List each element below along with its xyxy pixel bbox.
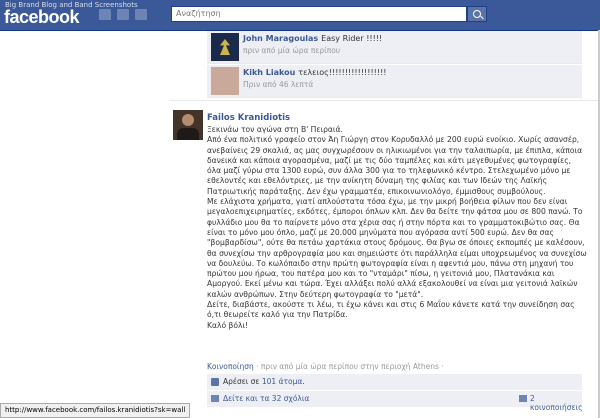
- share-link[interactable]: Κοινοποίηση: [207, 362, 254, 371]
- search-button[interactable]: [467, 6, 487, 22]
- comment-author[interactable]: John Maragoulas Easy Rider !!!!!: [243, 34, 382, 43]
- comment-time[interactable]: Πριν από 46 λεπτά: [243, 80, 313, 89]
- top-bar: Big Brand Blog and Band Screenshots face…: [0, 0, 600, 31]
- facebook-logo[interactable]: facebook: [4, 7, 80, 28]
- like-thumb-icon: [211, 378, 219, 386]
- post-paragraph: Ξεκινάω τον αγώνα στη Β' Πειραιά.: [207, 125, 343, 134]
- comment-item: Kikh Liakou τελειος!!!!!!!!!!!!!!!!!! Πρι…: [207, 65, 582, 98]
- likes-prefix: Αρέσει σε: [223, 377, 262, 386]
- comment-text: Easy Rider !!!!!: [321, 34, 383, 43]
- comment-item: John Maragoulas Easy Rider !!!!! πριν από…: [207, 31, 582, 64]
- avatar[interactable]: [211, 67, 239, 95]
- avatar[interactable]: [211, 33, 239, 61]
- post-paragraph: Δείτε, διαβάστε, ακούστε τι λέω, τι έχω …: [207, 300, 575, 320]
- comment-list: John Maragoulas Easy Rider !!!!! πριν από…: [207, 31, 582, 99]
- post-paragraph: Καλό βόλι!: [207, 320, 249, 330]
- post-author[interactable]: Failos Kranidiotis: [207, 113, 290, 123]
- comments-bar: Δείτε και τα 32 σχόλια 2 κοινοποιήσεις: [207, 391, 582, 412]
- likes-link[interactable]: 101 άτομα: [262, 377, 302, 386]
- post-text: Ξεκινάω τον αγώνα στη Β' Πειραιά. Από έν…: [207, 125, 587, 331]
- search-icon: [473, 10, 481, 18]
- post-meta-text: · πριν από μία ώρα περίπου στην περιοχή …: [253, 362, 444, 371]
- likes-suffix: .: [302, 377, 305, 386]
- post-paragraph: Από ένα πολιτικό γραφείο στον Άη Γιώργη …: [207, 135, 583, 196]
- notifications-icon[interactable]: [135, 9, 147, 20]
- shares-link[interactable]: 2 κοινοποιήσεις: [530, 394, 582, 412]
- comment-time[interactable]: πριν από μία ώρα περίπου: [243, 46, 340, 55]
- likes-bar: Αρέσει σε 101 άτομα.: [207, 374, 582, 390]
- post-meta: Κοινοποίηση · πριν από μία ώρα περίπου σ…: [207, 362, 444, 371]
- wall-post: Failos Kranidiotis Ξεκινάω τον αγώνα στη…: [170, 100, 598, 371]
- comment-bubble-icon: [211, 395, 219, 402]
- view-all-comments-link[interactable]: Δείτε και τα 32 σχόλια: [223, 394, 309, 403]
- share-icon: [519, 395, 527, 402]
- post-paragraph: Με ελάχιστα χρήματα, γιατί απλούστατα τό…: [207, 197, 587, 299]
- comment-author[interactable]: Kikh Liakou τελειος!!!!!!!!!!!!!!!!!!: [243, 68, 387, 77]
- post-author-avatar[interactable]: [173, 110, 203, 140]
- comment-text: τελειος!!!!!!!!!!!!!!!!!!: [298, 68, 387, 77]
- friend-requests-icon[interactable]: [99, 9, 111, 20]
- notification-jewels: [99, 9, 147, 20]
- search-input[interactable]: Αναζήτηση: [171, 6, 467, 22]
- browser-status-bar: http://www.facebook.com/failos.kranidiot…: [0, 403, 191, 418]
- messages-icon[interactable]: [117, 9, 129, 20]
